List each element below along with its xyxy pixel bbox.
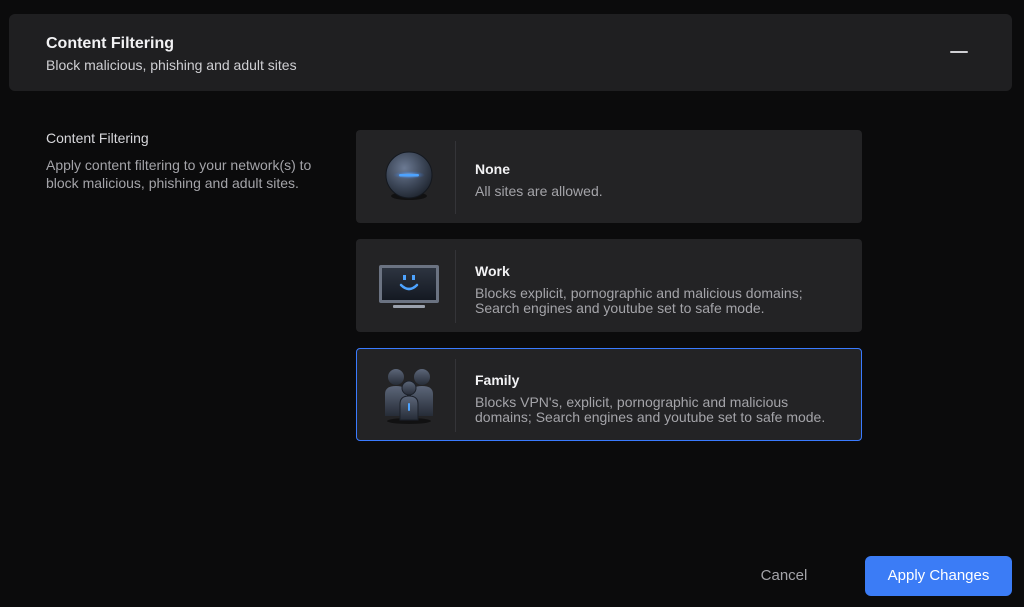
option-title: Family [475,372,520,388]
family-group-icon [377,364,441,426]
none-orb-icon [377,146,441,208]
header-subtitle: Block malicious, phishing and adult site… [46,57,297,73]
option-divider [455,141,456,214]
section-title: Content Filtering [46,130,149,146]
cancel-button[interactable]: Cancel [740,557,828,595]
option-description: Blocks explicit, pornographic and malici… [475,285,803,316]
apply-changes-button[interactable]: Apply Changes [865,556,1012,596]
header-title: Content Filtering [46,35,174,52]
collapse-button[interactable] [948,42,972,62]
option-divider [455,359,456,432]
option-title: Work [475,263,510,279]
option-divider [455,250,456,323]
option-description: All sites are allowed. [475,183,603,199]
option-title: None [475,161,510,177]
option-family[interactable]: Family Blocks VPN's, explicit, pornograp… [356,348,862,441]
section-description: Apply content filtering to your network(… [46,157,312,191]
content-filtering-header[interactable]: Content Filtering Block malicious, phish… [9,14,1012,91]
option-description: Blocks VPN's, explicit, pornographic and… [475,394,826,425]
option-work[interactable]: Work Blocks explicit, pornographic and m… [356,239,862,332]
minus-icon [950,51,968,53]
monitor-smiley-icon [377,255,441,317]
option-none[interactable]: None All sites are allowed. [356,130,862,223]
